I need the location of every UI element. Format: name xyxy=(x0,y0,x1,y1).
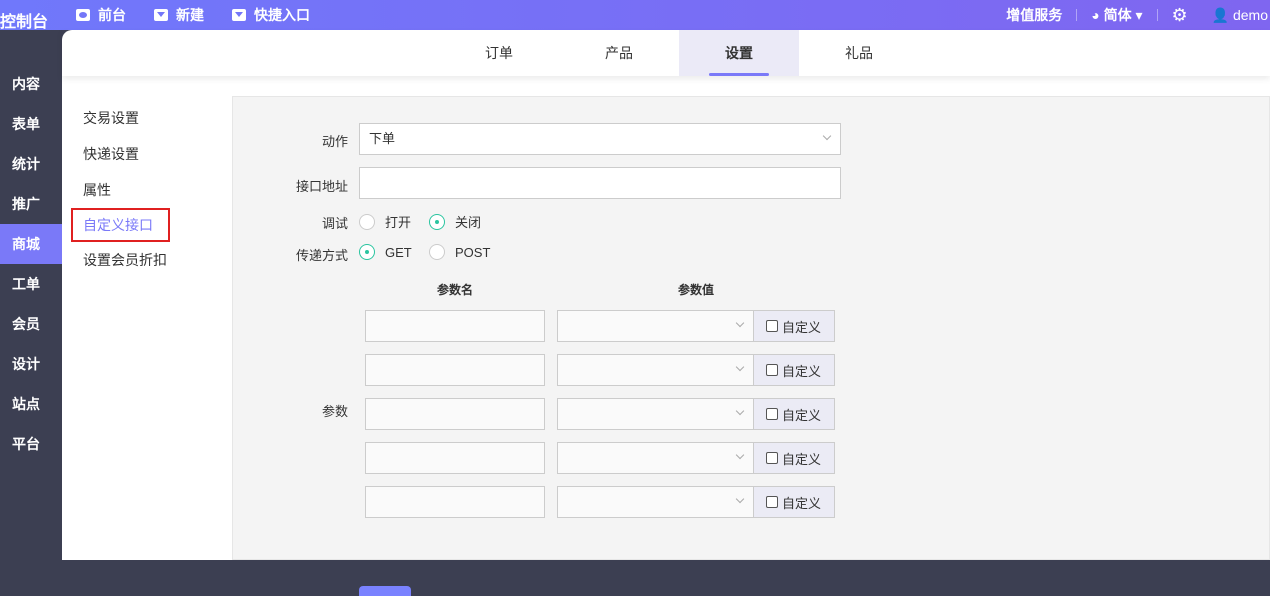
tab-settings[interactable]: 设置 xyxy=(679,30,799,76)
radio-icon xyxy=(359,213,375,230)
method-get-radio[interactable]: GET xyxy=(359,244,412,260)
param-name-input[interactable] xyxy=(365,442,545,474)
form-panel: 动作 下单 接口地址 调试 打开 关闭 传递方式 GET POST 参数名 参数… xyxy=(232,96,1270,596)
custom-checkbox[interactable]: 自定义 xyxy=(753,310,835,342)
sidebar-item-mall[interactable]: 商城 xyxy=(0,224,62,264)
method-label: 传递方式 xyxy=(295,248,348,263)
method-post-radio[interactable]: POST xyxy=(429,244,490,260)
dropdown-icon xyxy=(232,9,246,21)
sidebar-item-promo[interactable]: 推广 xyxy=(0,184,62,224)
api-label: 接口地址 xyxy=(295,179,348,194)
debug-open-radio[interactable]: 打开 xyxy=(359,212,411,231)
top-bar: 控制台 前台 新建 快捷入口 增值服务 ◕ 简体 ▾ ⚙ 👤 demo xyxy=(0,0,1270,32)
gear-icon[interactable]: ⚙ xyxy=(1172,5,1188,26)
radio-checked-icon xyxy=(359,244,375,260)
custom-checkbox[interactable]: 自定义 xyxy=(753,398,835,430)
eye-icon xyxy=(76,9,90,21)
submenu-attributes[interactable]: 属性 xyxy=(83,172,170,208)
action-select[interactable]: 下单 xyxy=(359,123,841,155)
settings-submenu: 交易设置 快递设置 属性 自定义接口 设置会员折扣 xyxy=(71,100,170,278)
param-value-select[interactable] xyxy=(557,310,754,342)
tab-orders[interactable]: 订单 xyxy=(439,30,559,76)
checkbox-icon xyxy=(766,320,778,332)
sidebar-item-content[interactable]: 内容 xyxy=(0,64,62,104)
param-value-select[interactable] xyxy=(557,486,754,518)
api-url-input[interactable] xyxy=(359,167,841,199)
chevron-down-icon xyxy=(735,362,745,372)
sidebar-item-design[interactable]: 设计 xyxy=(0,344,62,384)
checkbox-icon xyxy=(766,452,778,464)
main-area: 订单 产品 设置 礼品 交易设置 快递设置 属性 自定义接口 设置会员折扣 动作… xyxy=(62,30,1270,596)
dropdown-icon xyxy=(154,9,168,21)
nav-shortcuts[interactable]: 快捷入口 xyxy=(232,5,310,25)
value-added-link[interactable]: 增值服务 xyxy=(1006,5,1062,25)
tab-products[interactable]: 产品 xyxy=(559,30,679,76)
chevron-down-icon xyxy=(735,494,745,504)
sidebar-item-stats[interactable]: 统计 xyxy=(0,144,62,184)
submenu-express[interactable]: 快递设置 xyxy=(83,136,170,172)
submenu-custom-api[interactable]: 自定义接口 xyxy=(71,208,170,242)
chevron-down-icon xyxy=(735,450,745,460)
param-name-input[interactable] xyxy=(365,398,545,430)
param-name-input[interactable] xyxy=(365,486,545,518)
tab-gifts[interactable]: 礼品 xyxy=(799,30,919,76)
sidebar-item-site[interactable]: 站点 xyxy=(0,384,62,424)
submit-button[interactable] xyxy=(359,586,411,596)
sidebar-item-platform[interactable]: 平台 xyxy=(0,424,62,464)
nav-new[interactable]: 新建 xyxy=(154,5,204,25)
sidebar: 内容 表单 统计 推广 商城 工单 会员 设计 站点 平台 xyxy=(0,64,62,464)
checkbox-icon xyxy=(766,496,778,508)
submenu-trade[interactable]: 交易设置 xyxy=(83,100,170,136)
sidebar-item-ticket[interactable]: 工单 xyxy=(0,264,62,304)
chevron-down-icon xyxy=(735,318,745,328)
checkbox-icon xyxy=(766,408,778,420)
chevron-down-icon xyxy=(735,406,745,416)
user-menu[interactable]: 👤 demo xyxy=(1212,7,1268,24)
language-select[interactable]: ◕ 简体 ▾ xyxy=(1091,5,1142,25)
chevron-down-icon xyxy=(822,131,832,141)
param-value-select[interactable] xyxy=(557,442,754,474)
submenu-member-discount[interactable]: 设置会员折扣 xyxy=(83,242,170,278)
nav-frontend[interactable]: 前台 xyxy=(76,5,126,25)
tab-bar: 订单 产品 设置 礼品 xyxy=(62,30,1270,76)
checkbox-icon xyxy=(766,364,778,376)
debug-close-radio[interactable]: 关闭 xyxy=(429,212,481,231)
param-value-header: 参数值 xyxy=(678,283,715,297)
sidebar-item-form[interactable]: 表单 xyxy=(0,104,62,144)
param-name-input[interactable] xyxy=(365,310,545,342)
param-value-select[interactable] xyxy=(557,398,754,430)
radio-icon xyxy=(429,244,445,260)
params-label: 参数 xyxy=(321,404,348,419)
debug-label: 调试 xyxy=(321,216,348,231)
divider xyxy=(1076,9,1078,21)
custom-checkbox[interactable]: 自定义 xyxy=(753,486,835,518)
divider xyxy=(1156,9,1158,21)
action-label: 动作 xyxy=(321,134,348,149)
param-name-input[interactable] xyxy=(365,354,545,386)
sidebar-item-member[interactable]: 会员 xyxy=(0,304,62,344)
radio-checked-icon xyxy=(429,213,445,230)
custom-checkbox[interactable]: 自定义 xyxy=(753,442,835,474)
param-value-select[interactable] xyxy=(557,354,754,386)
logo[interactable]: 控制台 xyxy=(0,8,48,32)
custom-checkbox[interactable]: 自定义 xyxy=(753,354,835,386)
user-icon: 👤 xyxy=(1211,6,1230,23)
param-name-header: 参数名 xyxy=(437,283,474,297)
